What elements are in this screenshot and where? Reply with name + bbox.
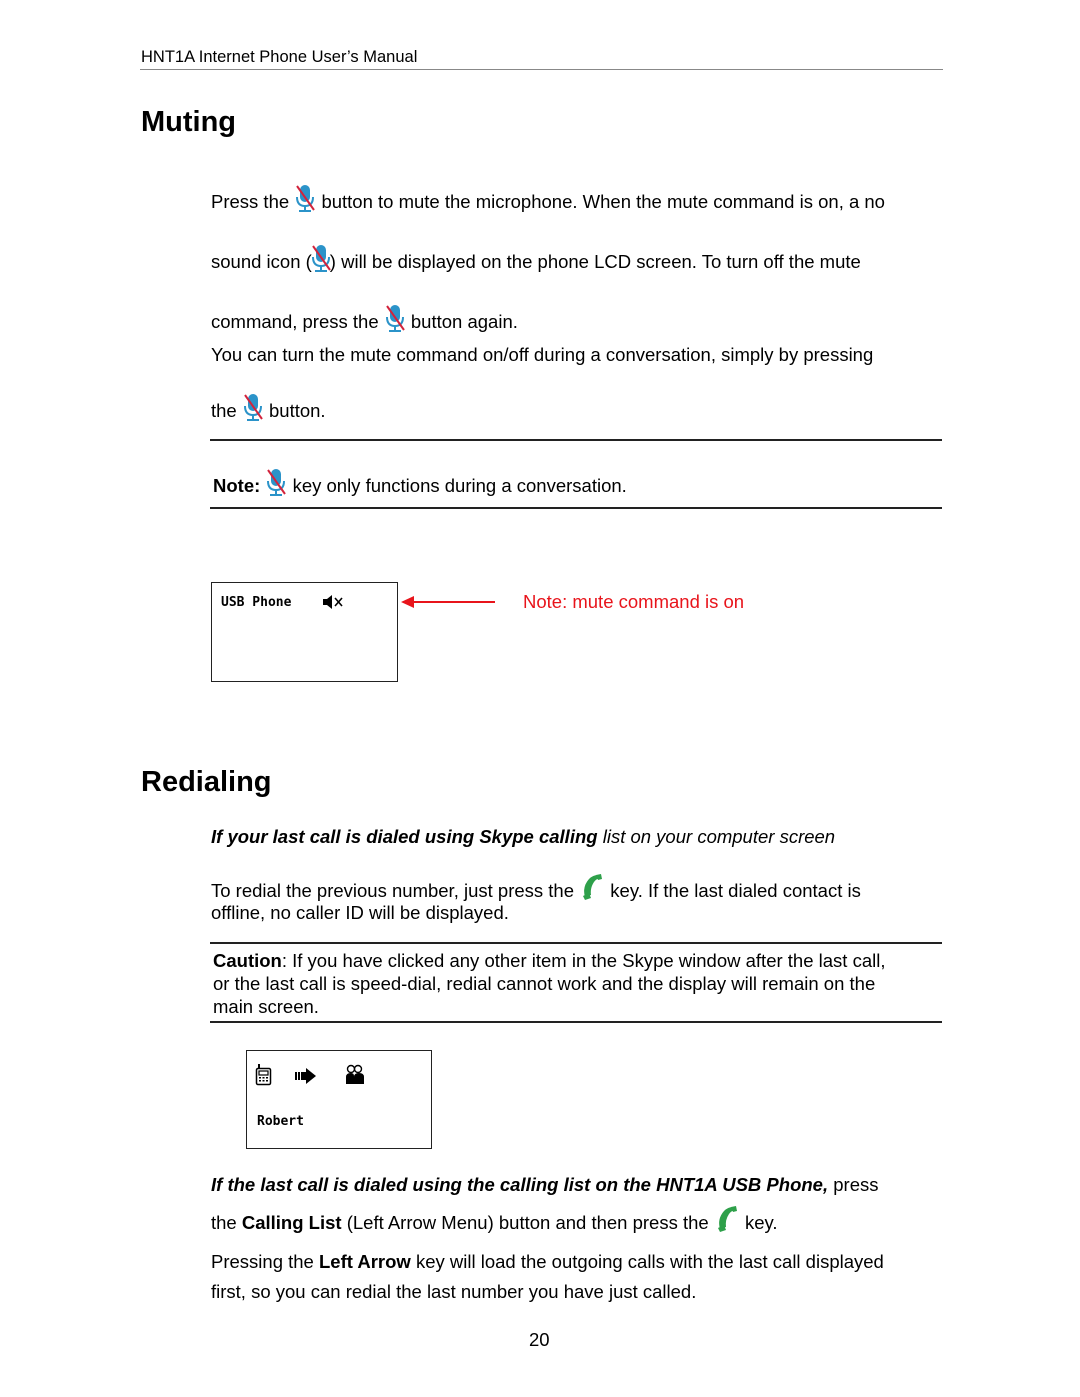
- muting-para-line2: sound icon () will be displayed on the p…: [211, 244, 861, 274]
- handset-icon: [255, 1064, 272, 1086]
- note-top-rule: [210, 439, 942, 441]
- arrow-right-icon: [295, 1068, 316, 1084]
- phone-call-icon: [579, 873, 605, 901]
- callout-arrow-icon: [401, 596, 495, 608]
- running-header: HNT1A Internet Phone User’s Manual: [141, 48, 418, 66]
- redial-para3-line2: first, so you can redial the last number…: [211, 1281, 697, 1302]
- redial-para2: the Calling List (Left Arrow Menu) butto…: [211, 1205, 778, 1234]
- muting-para-line3: command, press the button again.: [211, 304, 518, 334]
- redial-para1-line1: To redial the previous number, just pres…: [211, 873, 861, 902]
- redial-para1-line2: offline, no caller ID will be displayed.: [211, 902, 509, 923]
- redialing-heading: Redialing: [141, 766, 272, 798]
- muting-note: Note: key only functions during a conver…: [213, 468, 627, 498]
- caution-line3: main screen.: [213, 996, 319, 1017]
- mic-muted-icon: [310, 244, 332, 274]
- phone-call-icon: [714, 1205, 740, 1233]
- lcd-contact-name: Robert: [257, 1114, 304, 1129]
- header-divider: [140, 69, 943, 70]
- muting-para2-line2: the button.: [211, 393, 326, 423]
- redial-subheading-phone: If the last call is dialed using the cal…: [211, 1174, 879, 1195]
- caution-line1: Caution: If you have clicked any other i…: [213, 950, 886, 971]
- page-number: 20: [529, 1329, 550, 1350]
- muting-heading: Muting: [141, 106, 237, 138]
- lcd-line: USB Phone: [221, 595, 292, 610]
- contacts-icon: [346, 1064, 364, 1084]
- mic-muted-icon: [384, 304, 406, 334]
- lcd-screen-redial: Robert: [246, 1050, 432, 1149]
- caution-bottom-rule: [210, 1021, 942, 1023]
- muting-para2-line1: You can turn the mute command on/off dur…: [211, 344, 874, 365]
- mute-callout-text: Note: mute command is on: [523, 591, 745, 612]
- mic-muted-icon: [294, 184, 316, 214]
- speaker-muted-icon: [323, 595, 343, 609]
- note-bottom-rule: [210, 507, 942, 509]
- lcd-screen-muted: USB Phone: [211, 582, 398, 682]
- mic-muted-icon: [242, 393, 264, 423]
- mic-muted-icon: [265, 468, 287, 498]
- caution-top-rule: [210, 942, 942, 944]
- redial-subheading-skype: If your last call is dialed using Skype …: [211, 826, 836, 847]
- redial-para3-line1: Pressing the Left Arrow key will load th…: [211, 1251, 884, 1272]
- caution-line2: or the last call is speed-dial, redial c…: [213, 973, 876, 994]
- muting-para-line1: Press the button to mute the microphone.…: [211, 184, 885, 214]
